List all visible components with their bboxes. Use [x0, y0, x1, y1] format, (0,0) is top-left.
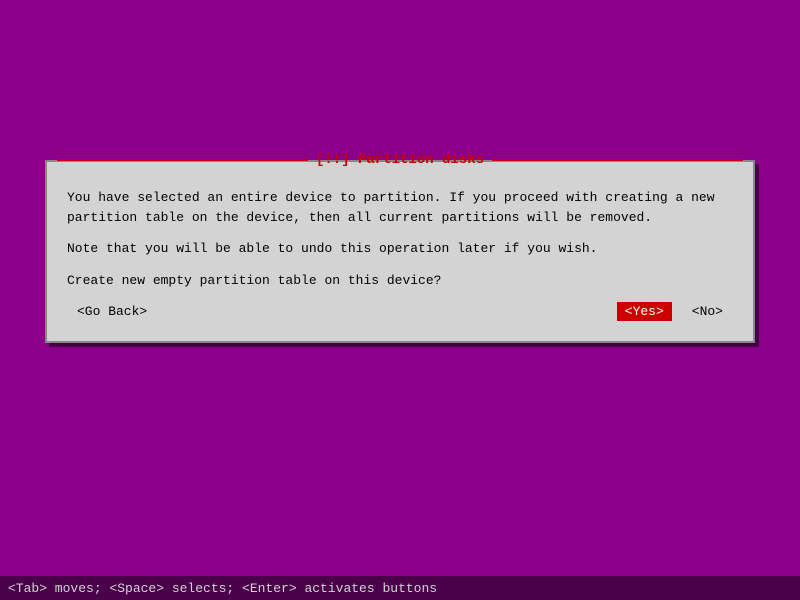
partition-dialog: [!!] Partition disks You have selected a… — [45, 160, 755, 343]
title-line-right — [492, 159, 743, 161]
status-bar: <Tab> moves; <Space> selects; <Enter> ac… — [0, 576, 800, 600]
right-button-group: <Yes> <No> — [617, 302, 723, 321]
status-bar-text: <Tab> moves; <Space> selects; <Enter> ac… — [8, 581, 437, 596]
no-button[interactable]: <No> — [692, 304, 723, 319]
yes-button[interactable]: <Yes> — [617, 302, 672, 321]
go-back-button[interactable]: <Go Back> — [77, 304, 147, 319]
body-paragraph-2: Note that you will be able to undo this … — [67, 239, 733, 259]
dialog-title-bar: [!!] Partition disks — [57, 152, 743, 168]
title-line-left — [57, 159, 308, 161]
dialog-title: [!!] Partition disks — [308, 152, 492, 168]
body-paragraph-1: You have selected an entire device to pa… — [67, 188, 733, 227]
body-paragraph-3: Create new empty partition table on this… — [67, 271, 733, 291]
dialog-body: You have selected an entire device to pa… — [47, 178, 753, 341]
dialog-buttons: <Go Back> <Yes> <No> — [67, 302, 733, 321]
